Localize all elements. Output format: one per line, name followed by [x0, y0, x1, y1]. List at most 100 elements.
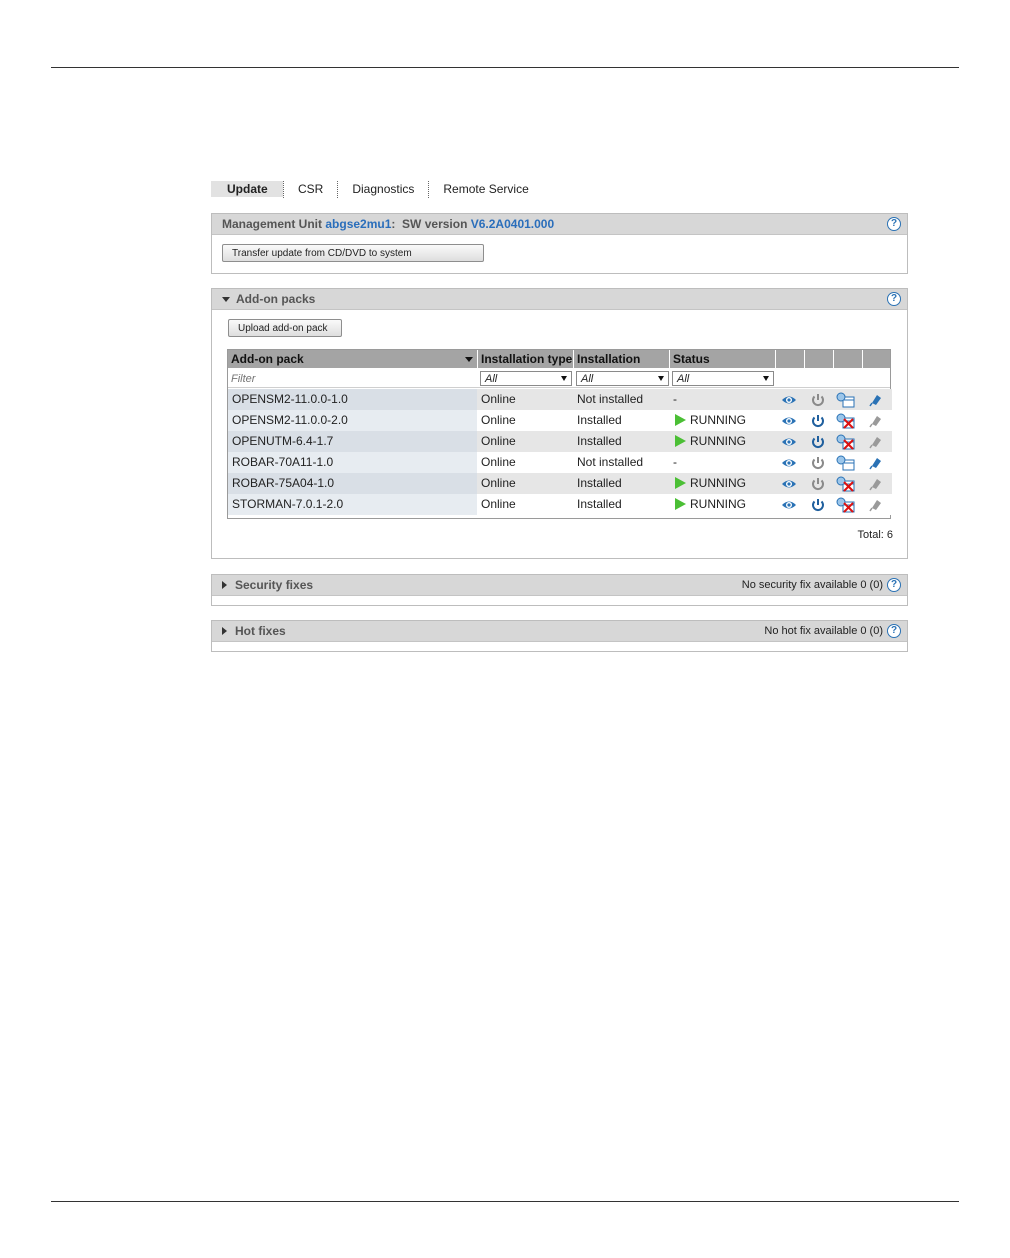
table-row[interactable]: OPENUTM-6.4-1.7 Online Installed RUNNING — [228, 431, 892, 452]
install-icon[interactable] — [868, 413, 884, 429]
management-unit-name: abgse2mu1 — [325, 217, 392, 231]
security-fixes-title: Security fixes — [235, 578, 314, 592]
installation-cell: Installed — [573, 431, 669, 452]
uninstall-icon[interactable] — [836, 455, 856, 471]
status-cell: - — [669, 389, 775, 410]
sort-desc-icon — [465, 357, 473, 362]
help-icon[interactable]: ? — [887, 578, 901, 592]
upload-addon-pack-button[interactable]: Upload add-on pack — [228, 319, 342, 337]
installation-cell: Installed — [573, 494, 669, 515]
status-cell-text: RUNNING — [690, 476, 746, 490]
power-icon[interactable] — [810, 392, 826, 408]
tab-update[interactable]: Update — [211, 181, 283, 197]
page-bottom-rule — [51, 1201, 959, 1202]
status-cell-text: RUNNING — [690, 434, 746, 448]
column-header-installation-type[interactable]: Installation type — [478, 350, 574, 368]
dropdown-arrow-icon — [561, 376, 567, 381]
table-row[interactable]: OPENSM2-11.0.0-2.0 Online Installed RUNNING — [228, 410, 892, 431]
status-cell: RUNNING — [669, 431, 775, 452]
addon-name-cell: OPENUTM-6.4-1.7 — [228, 431, 477, 452]
table-row[interactable]: ROBAR-75A04-1.0 Online Installed RUNNING — [228, 473, 892, 494]
view-details-icon[interactable] — [781, 476, 797, 492]
table-row[interactable]: STORMAN-7.0.1-2.0 Online Installed RUNNING — [228, 494, 892, 515]
hot-fixes-panel: Hot fixes No hot fix available 0 (0) ? — [211, 620, 908, 652]
power-icon[interactable] — [810, 476, 826, 492]
addon-name-cell-text: OPENSM2-11.0.0-2.0 — [232, 413, 348, 427]
install-icon[interactable] — [868, 476, 884, 492]
column-header-action — [805, 350, 834, 368]
addon-name-cell: ROBAR-75A04-1.0 — [228, 473, 477, 494]
running-play-icon — [675, 434, 686, 447]
install-icon[interactable] — [868, 497, 884, 513]
installation-type-cell-text: Online — [481, 455, 516, 469]
help-icon[interactable]: ? — [887, 217, 901, 231]
help-icon[interactable]: ? — [887, 624, 901, 638]
power-icon[interactable] — [810, 497, 826, 513]
column-header-status[interactable]: Status — [670, 350, 776, 368]
status-cell: RUNNING — [669, 410, 775, 431]
installation-type-cell-text: Online — [481, 497, 516, 511]
table-row[interactable]: ROBAR-70A11-1.0 Online Not installed - — [228, 452, 892, 473]
view-details-icon[interactable] — [781, 455, 797, 471]
addon-name-cell-text: OPENSM2-11.0.0-1.0 — [232, 392, 348, 406]
tab-csr[interactable]: CSR — [284, 181, 337, 197]
tab-remote-service[interactable]: Remote Service — [429, 181, 542, 197]
sw-version-value: V6.2A0401.000 — [470, 217, 555, 231]
addon-name-cell: STORMAN-7.0.1-2.0 — [228, 494, 477, 515]
installation-cell: Installed — [573, 473, 669, 494]
tab-diagnostics[interactable]: Diagnostics — [338, 181, 428, 197]
column-header-label: Add-on pack — [231, 352, 304, 366]
status-filter[interactable]: All — [672, 371, 774, 386]
installation-filter[interactable]: All — [576, 371, 669, 386]
uninstall-icon[interactable] — [836, 476, 856, 492]
running-play-icon — [675, 476, 686, 489]
installation-type-cell: Online — [477, 494, 573, 515]
addon-name-cell: ROBAR-70A11-1.0 — [228, 452, 477, 473]
addon-name-cell-text: ROBAR-70A11-1.0 — [232, 455, 334, 469]
view-details-icon[interactable] — [781, 434, 797, 450]
view-details-icon[interactable] — [781, 413, 797, 429]
uninstall-icon[interactable] — [836, 392, 856, 408]
installation-cell-text: Not installed — [577, 392, 644, 406]
installation-type-cell: Online — [477, 410, 573, 431]
status-cell: RUNNING — [669, 473, 775, 494]
power-icon[interactable] — [810, 413, 826, 429]
expand-caret-icon — [222, 627, 227, 635]
install-icon[interactable] — [868, 434, 884, 450]
help-icon[interactable]: ? — [887, 292, 901, 306]
uninstall-icon[interactable] — [836, 434, 856, 450]
power-icon[interactable] — [810, 434, 826, 450]
status-cell: RUNNING — [669, 494, 775, 515]
hot-fixes-header[interactable]: Hot fixes No hot fix available 0 (0) ? — [212, 621, 907, 642]
install-icon[interactable] — [868, 392, 884, 408]
status-cell: - — [669, 452, 775, 473]
view-details-icon[interactable] — [781, 497, 797, 513]
installation-cell: Installed — [573, 410, 669, 431]
power-icon[interactable] — [810, 455, 826, 471]
addon-packs-header[interactable]: Add-on packs ? — [212, 289, 907, 310]
filter-value: All — [485, 373, 498, 385]
installation-type-cell: Online — [477, 389, 573, 410]
uninstall-icon[interactable] — [836, 497, 856, 513]
install-icon[interactable] — [868, 455, 884, 471]
transfer-update-button[interactable]: Transfer update from CD/DVD to system — [222, 244, 484, 262]
name-filter-input[interactable] — [230, 371, 475, 386]
expand-caret-icon — [222, 581, 227, 589]
column-header-action — [834, 350, 863, 368]
security-fixes-info: No security fix available 0 (0) — [741, 579, 883, 591]
installation-type-cell-text: Online — [481, 476, 516, 490]
uninstall-icon[interactable] — [836, 413, 856, 429]
table-row[interactable]: OPENSM2-11.0.0-1.0 Online Not installed - — [228, 389, 892, 410]
total-count: Total: 6 — [857, 529, 893, 541]
page-top-rule — [51, 67, 959, 68]
installation-cell-text: Installed — [577, 476, 622, 490]
view-details-icon[interactable] — [781, 392, 797, 408]
dropdown-arrow-icon — [763, 376, 769, 381]
column-header-installation[interactable]: Installation — [574, 350, 670, 368]
installation-type-filter[interactable]: All — [480, 371, 572, 386]
tab-bar: Update CSR Diagnostics Remote Service — [211, 180, 543, 198]
security-fixes-header[interactable]: Security fixes No security fix available… — [212, 575, 907, 596]
column-header-addon-pack[interactable]: Add-on pack — [228, 350, 478, 368]
installation-type-cell-text: Online — [481, 434, 516, 448]
status-cell-text: - — [673, 455, 677, 469]
